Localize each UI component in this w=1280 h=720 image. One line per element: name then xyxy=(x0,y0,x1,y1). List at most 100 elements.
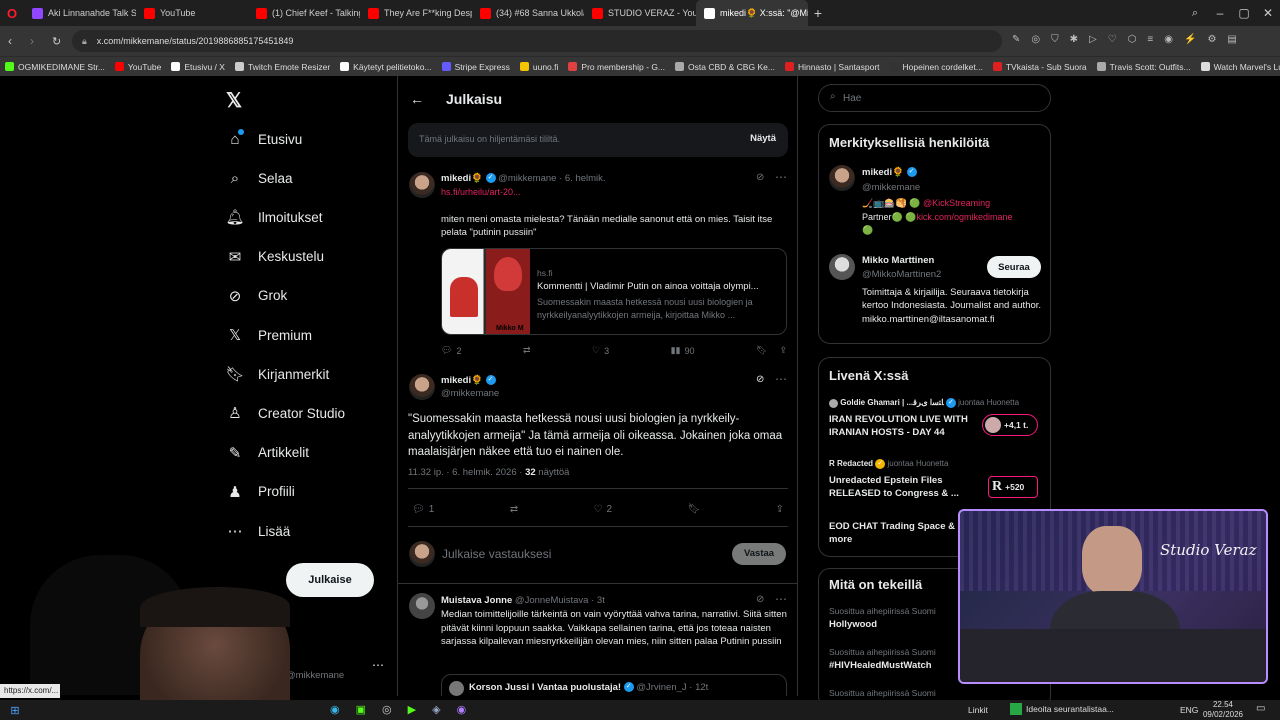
post-date[interactable]: · 3t xyxy=(591,595,605,606)
more-icon[interactable]: ⋯ xyxy=(775,592,787,606)
steam-icon[interactable]: ◈ xyxy=(432,703,440,716)
media-app-icon[interactable]: ▶ xyxy=(408,703,416,716)
edge-icon[interactable]: ◉ xyxy=(330,703,340,716)
reply-post[interactable]: Muistava Jonne @JonneMuistava · 3t ⊘ ⋯ M… xyxy=(398,590,797,696)
language-indicator[interactable]: ENG xyxy=(1180,705,1198,715)
reply-submit-button[interactable]: Vastaa xyxy=(732,543,786,565)
nav-item-selaa[interactable]: ⌕ Selaa xyxy=(226,169,293,187)
extension-icon[interactable]: ✱ xyxy=(1070,34,1078,45)
author-name[interactable]: mikedi🌻 xyxy=(441,173,483,184)
live-item[interactable]: Goldie Ghamari | ...ﺎﺘﺳﺍ ﻯﺮﻗ ✓ juontaa H… xyxy=(829,398,1044,446)
grok-icon[interactable]: ⊘ xyxy=(756,594,764,605)
nav-item-artikkelit[interactable]: ✎ Artikkelit xyxy=(226,444,309,462)
shield-icon[interactable]: ⛉ xyxy=(1051,34,1059,45)
quoted-tweet[interactable]: Korson Jussi I Vantaa puolustaja! ✓ @Jrv… xyxy=(441,674,787,696)
settings-icon[interactable]: ⚙ xyxy=(1207,34,1216,45)
opera-taskbar-icon[interactable]: ◉ xyxy=(457,703,467,716)
bio-link[interactable]: @KickStreaming xyxy=(923,198,990,208)
notifications-icon[interactable]: ▭ xyxy=(1256,703,1265,714)
bio-link[interactable]: kick.com/ogmikedimane xyxy=(916,212,1012,222)
trend-item[interactable]: Suosittua aihepiirissä Suomi #HIVHealedM… xyxy=(829,647,936,671)
opera-logo-icon[interactable]: O xyxy=(0,0,24,26)
bookmark-icon[interactable]: 🔖︎ xyxy=(756,345,767,356)
cube-icon[interactable]: ⬡ xyxy=(1128,34,1137,45)
nav-item-profiili[interactable]: ♟ Profiili xyxy=(226,483,295,501)
windows-start-icon[interactable]: ⊞ xyxy=(0,704,30,717)
clock[interactable]: 22.54 09/02/2026 xyxy=(1198,700,1248,720)
twitch-app-icon[interactable]: ▣ xyxy=(356,703,366,716)
author-handle[interactable]: @mikkemane xyxy=(498,173,556,184)
show-button[interactable]: Näytä xyxy=(750,133,776,144)
parent-post[interactable]: mikedi🌻 ✓ @mikkemane · 6. helmik. ⊘ ⋯ hs… xyxy=(398,168,797,360)
back-icon[interactable]: ‹ xyxy=(8,34,12,48)
share-button[interactable]: ⇪ xyxy=(776,504,784,515)
heart-icon[interactable]: ♡ xyxy=(1108,34,1117,45)
views-button[interactable]: ▮▮ 90 xyxy=(671,345,695,356)
forward-icon[interactable]: › xyxy=(30,34,34,48)
search-input[interactable]: Hae xyxy=(843,93,861,104)
camera-icon[interactable]: ◎ xyxy=(1031,34,1040,45)
avatar[interactable] xyxy=(409,374,435,400)
bookmark-item[interactable]: Etusivu / X xyxy=(166,62,230,72)
minimize-button[interactable]: – xyxy=(1208,6,1232,20)
browser-tab[interactable]: STUDIO VERAZ - YouT xyxy=(584,0,696,26)
play-icon[interactable]: ▷ xyxy=(1089,34,1097,45)
author-handle[interactable]: @JonneMuistava xyxy=(515,595,589,606)
back-arrow-icon[interactable]: ← xyxy=(410,91,424,107)
person-name[interactable]: mikedi🌻 xyxy=(862,167,904,178)
reload-icon[interactable]: ↻ xyxy=(52,35,61,48)
x-logo-icon[interactable]: 𝕏 xyxy=(226,88,242,113)
reply-button[interactable]: 💬︎ 2 xyxy=(441,345,461,356)
live-title[interactable]: EOD CHAT Trading Space & more xyxy=(829,520,959,546)
account-more-icon[interactable]: ⋯ xyxy=(372,658,384,672)
search-box[interactable]: ⌕ Hae xyxy=(818,84,1051,112)
nav-item-ilmoitukset[interactable]: 🔔︎ Ilmoitukset xyxy=(225,208,322,226)
like-button[interactable]: ♡ 3 xyxy=(592,345,609,356)
nav-item-creator-studio[interactable]: ♙ Creator Studio xyxy=(226,404,345,422)
account-switcher[interactable]: @mikkemane ⋯ xyxy=(286,654,386,681)
person-handle[interactable]: @MikkoMarttinen2 xyxy=(862,269,941,280)
bookmark-button[interactable]: 🔖︎ xyxy=(687,504,700,515)
browser-tab[interactable]: (34) #68 Sanna Ukkola - Yo xyxy=(472,0,584,26)
bookmark-item[interactable]: uuno.fi xyxy=(515,62,564,72)
bookmark-item[interactable]: Travis Scott: Outfits... xyxy=(1092,62,1196,72)
author-name[interactable]: mikedi🌻 xyxy=(441,375,483,386)
browser-tab[interactable]: They Are F**king Desperat xyxy=(360,0,472,26)
bookmark-item[interactable]: Watch Marvel's Luk... xyxy=(1196,62,1280,72)
bookmark-item[interactable]: Osta CBD & CBG Ke... xyxy=(670,62,780,72)
person-name[interactable]: Mikko Marttinen xyxy=(862,255,934,266)
bookmark-item[interactable]: Käytetyt pelitietoko... xyxy=(335,62,436,72)
sidebar-icon[interactable]: ▤ xyxy=(1227,34,1236,45)
browser-tab[interactable]: YouTube xyxy=(136,0,248,26)
live-item[interactable]: R Redacted ✓ juontaa Huonetta Unredacted… xyxy=(829,459,1044,507)
nav-item-kirjanmerkit[interactable]: 🔖︎ Kirjanmerkit xyxy=(225,365,329,383)
maximize-button[interactable]: ▢ xyxy=(1232,6,1256,20)
post-timestamp[interactable]: 11.32 ip. · 6. helmik. 2026 · xyxy=(408,467,522,478)
post-date[interactable]: · 6. helmik. xyxy=(559,173,605,184)
author-handle[interactable]: @mikkemane xyxy=(441,388,499,399)
avatar[interactable] xyxy=(409,593,435,619)
search-tabs-icon[interactable]: ⌕ xyxy=(1182,7,1208,20)
avatar[interactable] xyxy=(829,254,855,280)
more-icon[interactable]: ⋯ xyxy=(775,170,787,184)
person-handle[interactable]: @mikkemane xyxy=(862,182,920,193)
repost-button[interactable]: ⇄ xyxy=(510,504,518,515)
notification-item[interactable]: Ideoita seurantalistaa... xyxy=(1010,703,1114,715)
bookmark-item[interactable]: Hopeinen cordelket... xyxy=(885,62,988,72)
more-icon[interactable]: ⋯ xyxy=(775,372,787,386)
links-toolbar[interactable]: Linkit xyxy=(968,705,988,715)
chrome-icon[interactable]: ◎ xyxy=(382,703,392,716)
twitch-ext-icon[interactable]: ⚡ xyxy=(1184,34,1196,45)
bookmark-item[interactable]: TVkaista - Sub Suora xyxy=(988,62,1092,72)
like-button[interactable]: ♡ 2 xyxy=(594,504,613,515)
new-tab-button[interactable]: + xyxy=(808,5,828,21)
bookmark-item[interactable]: Pro membership - G... xyxy=(563,62,670,72)
close-window-button[interactable]: ✕ xyxy=(1256,6,1280,20)
post-link[interactable]: hs.fi/urheilu/art-20... xyxy=(441,187,521,197)
edit-icon[interactable]: ✎ xyxy=(1012,34,1020,45)
nav-item-grok[interactable]: ⊘ Grok xyxy=(226,287,288,305)
bookmark-item[interactable]: OGMIKEDIMANE Str... xyxy=(0,62,110,72)
author-name[interactable]: Muistava Jonne xyxy=(441,595,512,606)
browser-tab[interactable]: Aki Linnanahde Talk Show xyxy=(24,0,136,26)
avatar[interactable] xyxy=(829,165,855,191)
